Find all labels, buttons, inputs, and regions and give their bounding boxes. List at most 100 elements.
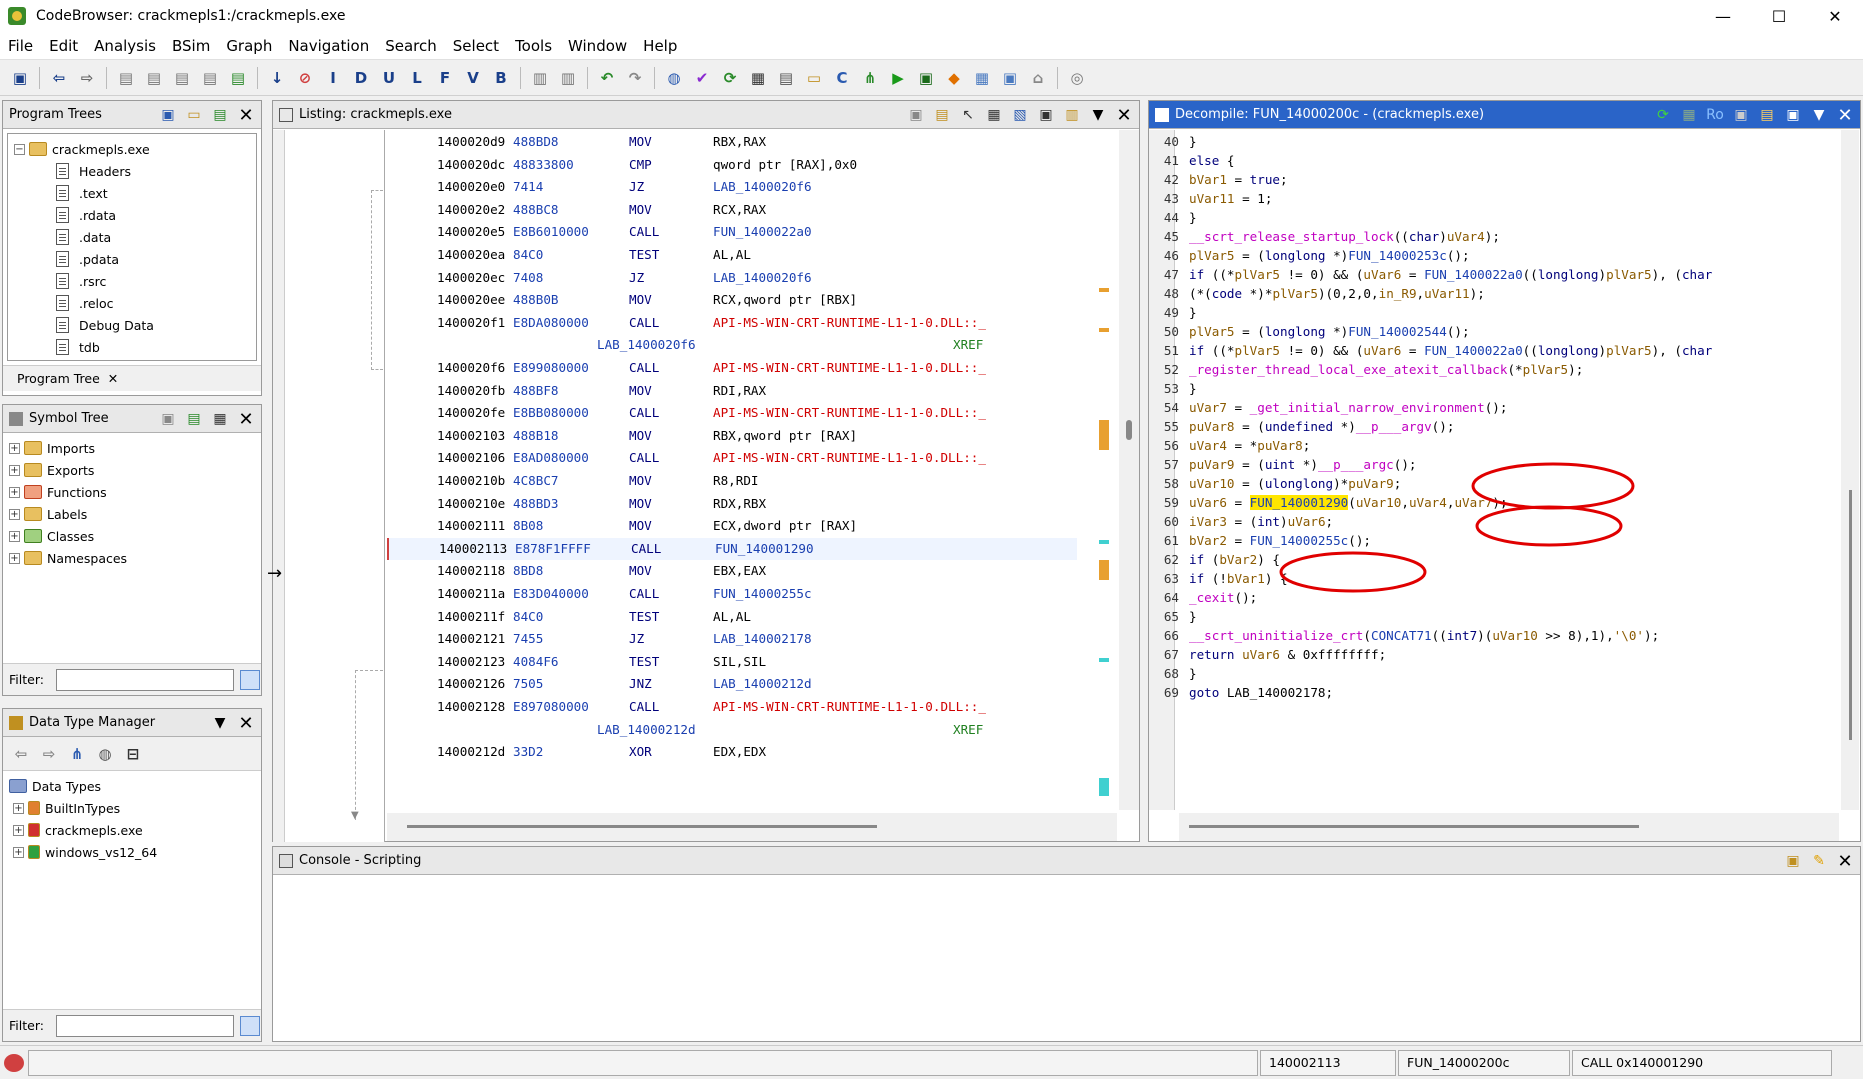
forward-icon[interactable]: ⇨ [38, 743, 60, 765]
instruction-operands[interactable]: EDX,EDX [713, 741, 766, 763]
instruction-address[interactable]: 1400020e2 [437, 199, 505, 221]
next-label-icon[interactable]: ▤ [199, 67, 221, 89]
close-tab-icon[interactable]: ✕ [108, 371, 118, 386]
instruction-address[interactable]: 14000210b [437, 470, 505, 492]
instruction-operands[interactable]: FUN_140001290 [715, 538, 814, 560]
stop-icon[interactable]: ⊘ [294, 67, 316, 89]
instruction-mnemonic[interactable]: CALL [629, 583, 659, 605]
instruction-bytes[interactable]: E83D040000 [513, 583, 589, 605]
tab-program-tree[interactable]: Program Tree [17, 371, 100, 386]
instruction-operands[interactable]: RDI,RAX [713, 380, 766, 402]
instruction-mnemonic[interactable]: MOV [629, 515, 652, 537]
run-icon[interactable]: ▶ [887, 67, 909, 89]
instruction-operands[interactable]: AL,AL [713, 606, 751, 628]
instruction-address[interactable]: 1400020f6 [437, 357, 505, 379]
tree-item-debug-data[interactable]: Debug Data [14, 314, 256, 336]
instruction-mnemonic[interactable]: TEST [629, 651, 659, 673]
open-tree-icon[interactable]: ▭ [183, 104, 205, 126]
menu-dropdown-icon[interactable]: ▼ [209, 712, 231, 734]
instruction-address[interactable]: 140002123 [437, 651, 505, 673]
menu-analysis[interactable]: Analysis [86, 37, 164, 55]
instruction-operands[interactable]: LAB_1400020f6 [713, 267, 812, 289]
settings-icon[interactable]: ◍ [94, 743, 116, 765]
expand-icon[interactable]: + [9, 464, 20, 476]
instruction-mnemonic[interactable]: CALL [631, 538, 661, 560]
expand-icon[interactable]: + [13, 846, 24, 858]
listing-instruction-row[interactable]: 1400020dc 48833800 CMP qword ptr [RAX],0x0 [387, 154, 1077, 176]
symbol-item-imports[interactable]: + Imports [9, 437, 261, 459]
instruction-address[interactable]: 140002113 [439, 538, 507, 560]
menu-help[interactable]: Help [635, 37, 685, 55]
close-icon[interactable]: ✕ [235, 104, 257, 126]
instruction-operands[interactable]: API-MS-WIN-CRT-RUNTIME-L1-1-0.DLL::_ [713, 696, 986, 718]
code-label[interactable]: LAB_1400020f6 [597, 334, 696, 356]
menu-select[interactable]: Select [445, 37, 507, 55]
forward-icon[interactable]: ⇨ [76, 67, 98, 89]
instruction-operands[interactable]: RDX,RBX [713, 493, 766, 515]
listing-instruction-row[interactable]: 140002126 7505 JNZ LAB_14000212d [387, 673, 1077, 695]
listing-instruction-row[interactable]: 1400020ee 488B0B MOV RCX,qword ptr [RBX] [387, 289, 1077, 311]
instruction-address[interactable]: 14000212d [437, 741, 505, 763]
undefined-u-icon[interactable]: U [378, 67, 400, 89]
instruction-address[interactable]: 1400020ee [437, 289, 505, 311]
tree-item-rsrc[interactable]: .rsrc [14, 270, 256, 292]
listing-instruction-row[interactable]: 140002103 488B18 MOV RBX,qword ptr [RAX] [387, 425, 1077, 447]
instruction-mnemonic[interactable]: TEST [629, 244, 659, 266]
instruction-address[interactable]: 1400020f1 [437, 312, 505, 334]
expand-icon[interactable]: + [13, 824, 24, 836]
instruction-mnemonic[interactable]: CMP [629, 154, 652, 176]
listing-instruction-row[interactable]: 1400020f1 E8DA080000 CALL API-MS-WIN-CRT-RU… [387, 312, 1077, 334]
expand-icon[interactable]: + [13, 802, 24, 814]
instruction-bytes[interactable]: 84C0 [513, 606, 543, 628]
instruction-address[interactable]: 14000211a [437, 583, 505, 605]
instruction-bytes[interactable]: 488BD3 [513, 493, 559, 515]
menu-bsim[interactable]: BSim [164, 37, 218, 55]
listing-instruction-row[interactable]: 140002106 E8AD080000 CALL API-MS-WIN-CRT-RU… [387, 447, 1077, 469]
scroll-thumb[interactable] [407, 825, 877, 828]
symbol-item-classes[interactable]: + Classes [9, 525, 261, 547]
menu-file[interactable]: File [0, 37, 41, 55]
tree-item-headers[interactable]: Headers [14, 160, 256, 182]
lock-icon[interactable]: ▣ [1782, 850, 1804, 872]
instruction-mnemonic[interactable]: MOV [629, 131, 652, 153]
expand-icon[interactable]: + [9, 508, 20, 520]
instruction-mnemonic[interactable]: MOV [629, 425, 652, 447]
instruction-address[interactable]: 140002111 [437, 515, 505, 537]
undo-icon[interactable]: ↶ [596, 67, 618, 89]
code-label[interactable]: LAB_14000212d [597, 719, 696, 741]
instruction-address[interactable]: 140002128 [437, 696, 505, 718]
bookmark-b-icon[interactable]: B [490, 67, 512, 89]
instruction-operands[interactable]: LAB_1400020f6 [713, 176, 812, 198]
function-f-icon[interactable]: F [434, 67, 456, 89]
paste-icon[interactable]: ▤ [931, 104, 953, 126]
instruction-address[interactable]: 140002106 [437, 447, 505, 469]
instruction-address[interactable]: 1400020e5 [437, 221, 505, 243]
symbol-filter-input[interactable] [55, 668, 234, 691]
instruction-operands[interactable]: ECX,dword ptr [RAX] [713, 515, 857, 537]
instruction-operands[interactable]: RCX,qword ptr [RBX] [713, 289, 857, 311]
listing-hscrollbar[interactable] [387, 813, 1117, 841]
help-icon[interactable]: ◎ [1066, 67, 1088, 89]
instruction-operands[interactable]: RBX,RAX [713, 131, 766, 153]
listing-instruction-row[interactable]: 1400020ea 84C0 TEST AL,AL [387, 244, 1077, 266]
instruction-address[interactable]: 140002121 [437, 628, 505, 650]
diff-icon[interactable]: ▧ [1009, 104, 1031, 126]
archive-icon[interactable]: ⋔ [66, 743, 88, 765]
instruction-address[interactable]: 1400020fb [437, 380, 505, 402]
expand-icon[interactable]: + [9, 530, 20, 542]
menu-graph[interactable]: Graph [218, 37, 280, 55]
next-instruction-icon[interactable]: ▤ [143, 67, 165, 89]
tree-icon[interactable]: ⋔ [859, 67, 881, 89]
function-graph-icon[interactable]: ▦ [747, 67, 769, 89]
tree-item-tdb[interactable]: tdb [14, 336, 256, 358]
back-icon[interactable]: ⇦ [10, 743, 32, 765]
clear-icon[interactable]: ✎ [1808, 850, 1830, 872]
next-undefined-icon[interactable]: ▤ [171, 67, 193, 89]
diamond-icon[interactable]: ◆ [943, 67, 965, 89]
dt-item-windows[interactable]: + windows_vs12_64 [9, 841, 261, 863]
image-icon[interactable]: ▣ [999, 67, 1021, 89]
instruction-bytes[interactable]: 488BF8 [513, 380, 559, 402]
listing-label-row[interactable]: LAB_1400020f6 XREF [387, 334, 1077, 356]
instruction-mnemonic[interactable]: JZ [629, 628, 644, 650]
instruction-bytes[interactable]: 7408 [513, 267, 543, 289]
